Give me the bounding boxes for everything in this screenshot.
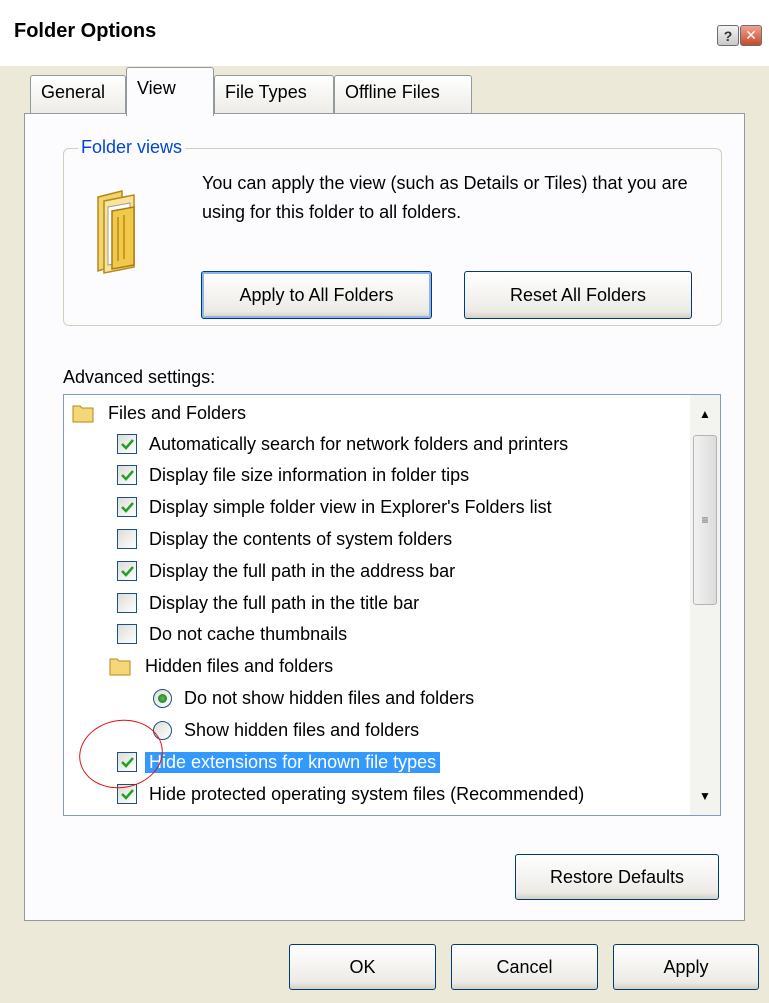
list-item-label: Do not show hidden files and folders: [184, 687, 475, 708]
checkmark-icon: [120, 756, 134, 768]
scroll-up-arrow-icon[interactable]: ▲: [690, 399, 720, 429]
apply-to-all-folders-button[interactable]: Apply to All Folders: [201, 271, 432, 319]
radio-selected-dot: [158, 693, 167, 703]
close-icon: ✕: [745, 27, 757, 43]
list-item[interactable]: Display the full path in the address bar: [117, 556, 455, 586]
vertical-scrollbar[interactable]: ▲ ≡ ▼: [690, 395, 720, 815]
list-item[interactable]: Display simple folder view in Explorer's…: [117, 492, 552, 522]
close-button[interactable]: ✕: [740, 25, 762, 46]
checkmark-icon: [120, 501, 134, 513]
checkbox[interactable]: [117, 561, 137, 581]
list-item-label: Display the contents of system folders: [149, 528, 453, 549]
tab-view[interactable]: View: [126, 67, 214, 116]
scrollbar-thumb[interactable]: ≡: [693, 435, 717, 605]
list-item-label: Hidden files and folders: [145, 655, 334, 676]
list-item[interactable]: Show hidden files and folders: [153, 715, 419, 745]
help-button[interactable]: ?: [717, 25, 739, 46]
list-item-label: Automatically search for network folders…: [149, 433, 569, 454]
folder-icon: [109, 658, 131, 676]
list-item[interactable]: Do not show hidden files and folders: [153, 683, 474, 713]
tree-node-hidden-files-and-folders[interactable]: Hidden files and folders: [109, 651, 333, 681]
list-item-label: Files and Folders: [108, 402, 247, 423]
checkbox[interactable]: [117, 465, 137, 485]
title-bar: Folder Options ? ✕: [0, 0, 769, 66]
folder-views-legend: Folder views: [78, 137, 186, 158]
checkbox[interactable]: [117, 784, 137, 804]
help-icon: ?: [723, 27, 733, 44]
list-item[interactable]: Do not cache thumbnails: [117, 619, 347, 649]
tab-offline-files[interactable]: Offline Files: [334, 75, 472, 115]
list-item[interactable]: Display file size information in folder …: [117, 460, 469, 490]
ok-button[interactable]: OK: [289, 944, 436, 990]
tree-node-files-and-folders[interactable]: Files and Folders: [72, 398, 246, 428]
list-item-label: Display simple folder view in Explorer's…: [149, 496, 552, 517]
list-item-label: Show hidden files and folders: [184, 719, 420, 740]
scroll-down-arrow-icon[interactable]: ▼: [690, 781, 720, 811]
folder-views-group: Folder views You can apply the view (suc…: [63, 137, 722, 326]
checkmark-icon: [120, 788, 134, 800]
list-item[interactable]: Display the full path in the title bar: [117, 588, 419, 618]
list-item[interactable]: Hide protected operating system files (R…: [117, 779, 584, 809]
radio-button[interactable]: [153, 720, 172, 740]
folder-views-description: You can apply the view (such as Details …: [202, 173, 688, 222]
tab-strip: General View File Types Offline Files: [0, 66, 769, 116]
checkbox[interactable]: [117, 497, 137, 517]
advanced-settings-label: Advanced settings:: [63, 367, 216, 387]
checkmark-icon: [120, 438, 134, 450]
checkmark-icon: [120, 469, 134, 481]
folder-icon: [72, 405, 94, 423]
view-tab-panel: Folder views You can apply the view (suc…: [24, 113, 745, 921]
window-title: Folder Options: [14, 20, 157, 42]
restore-defaults-button[interactable]: Restore Defaults: [515, 854, 719, 900]
checkmark-icon: [120, 565, 134, 577]
apply-button[interactable]: Apply: [613, 944, 759, 990]
list-item[interactable]: Automatically search for network folders…: [117, 429, 568, 459]
checkbox[interactable]: [117, 529, 137, 549]
checkbox[interactable]: [117, 434, 137, 454]
radio-button[interactable]: [153, 688, 172, 708]
list-item-label: Do not cache thumbnails: [149, 623, 348, 644]
folder-options-dialog: Folder Options ? ✕ General View File Typ…: [0, 0, 769, 1003]
checkbox[interactable]: [117, 752, 137, 772]
list-item-label: Hide extensions for known file types: [145, 751, 441, 773]
list-item-label: Display file size information in folder …: [149, 464, 470, 485]
list-item-label: Display the full path in the address bar: [149, 560, 456, 581]
cancel-button[interactable]: Cancel: [451, 944, 598, 990]
list-item-label: Hide protected operating system files (R…: [149, 783, 585, 804]
tab-file-types[interactable]: File Types: [214, 75, 334, 115]
checkbox[interactable]: [117, 624, 137, 644]
tab-general[interactable]: General: [30, 75, 126, 115]
list-item-selected[interactable]: Hide extensions for known file types: [117, 747, 441, 777]
advanced-settings-list[interactable]: Files and Folders Automatically search f…: [63, 394, 721, 816]
reset-all-folders-button[interactable]: Reset All Folders: [464, 271, 692, 319]
list-item[interactable]: Display the contents of system folders: [117, 524, 452, 554]
list-item-label: Display the full path in the title bar: [149, 592, 420, 613]
folder-icon: [94, 187, 146, 282]
checkbox[interactable]: [117, 593, 137, 613]
